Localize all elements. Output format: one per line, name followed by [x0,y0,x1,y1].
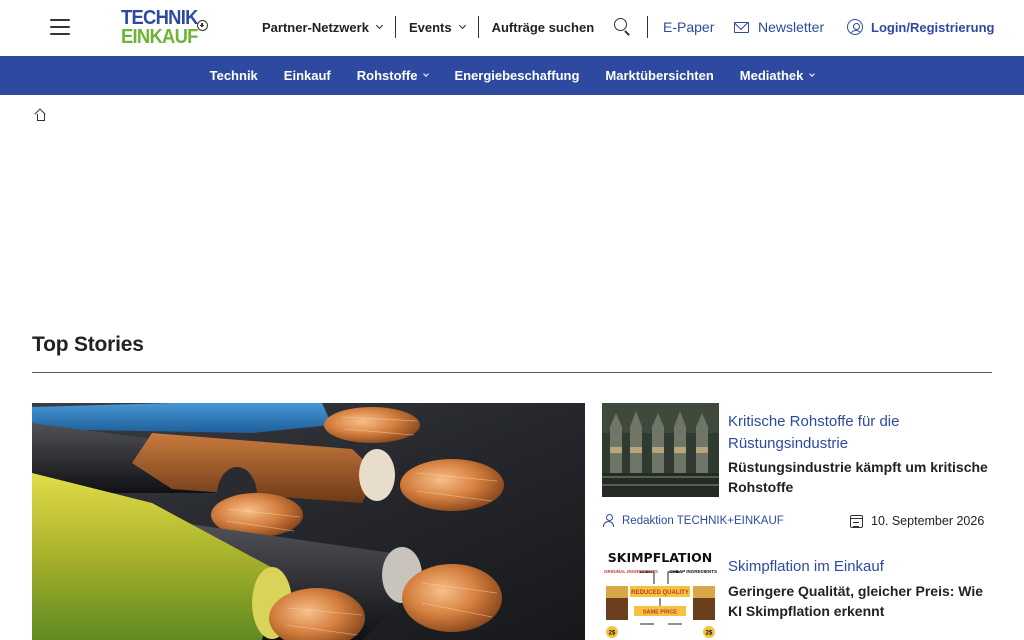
thumbnail-label-bottom: SAME PRICE [643,610,678,616]
thumbnail-label-middle: REDUCED QUALITY [631,590,689,596]
calendar-icon [850,514,863,528]
top-navigation: Partner-Netzwerk Events Aufträge suchen [262,16,594,38]
category-einkauf[interactable]: Einkauf [284,68,331,83]
user-circle-icon [847,19,863,35]
mail-icon [734,21,749,33]
category-energiebeschaffung[interactable]: Energiebeschaffung [454,68,579,83]
site-logo[interactable]: TECHNIK EINKAUF [121,6,211,50]
category-mediathek[interactable]: Mediathek [740,68,816,83]
login-link[interactable]: Login/Registrierung [847,19,995,35]
top-header: TECHNIK EINKAUF Partner-Netzwerk Events … [0,0,1024,56]
nav-item-events[interactable]: Events [409,20,466,35]
story-thumbnail-skimpflation[interactable]: SKIMPFLATION ORIGINAL INGREDIENTS CHEAP … [602,548,719,640]
hero-image-cables[interactable] [32,403,585,640]
chevron-down-icon [375,21,383,30]
category-bar: Technik Einkauf Rohstoffe Energiebeschaf… [0,56,1024,95]
story-author-link[interactable]: Redaktion TECHNIK+EINKAUF [603,514,784,527]
category-technik[interactable]: Technik [210,68,258,83]
story-date: 10. September 2026 [850,514,984,528]
home-icon[interactable] [34,108,47,121]
chevron-down-icon [809,71,816,77]
search-icon[interactable] [613,17,633,37]
logo-plus-icon [197,20,208,31]
story-kicker-link[interactable]: Skimpflation im Einkauf [728,556,988,578]
newsletter-link[interactable]: Newsletter [734,19,824,35]
logo-line-einkauf: EINKAUF [121,26,198,48]
nav-divider [477,16,479,38]
section-title-top-stories: Top Stories [32,333,144,356]
person-icon [603,514,615,527]
header-divider [647,16,648,38]
story-headline-link[interactable]: Rüstungsindustrie kämpft um kritische Ro… [728,457,990,497]
thumbnail-price-left: 2$ [609,631,616,637]
story-thumbnail-ruestung[interactable] [602,403,719,497]
category-rohstoffe[interactable]: Rohstoffe [357,68,430,83]
chevron-down-icon [458,21,466,30]
epaper-link[interactable]: E-Paper [663,19,714,35]
section-divider [32,372,992,373]
logo-line-technik: TECHNIK [121,7,198,29]
story-headline-link[interactable]: Geringere Qualität, gleicher Preis: Wie … [728,581,990,621]
thumbnail-title: SKIMPFLATION [608,550,712,565]
story-kicker-link[interactable]: Kritische Rohstoffe für die Rüstungsindu… [728,411,988,455]
hamburger-menu-icon[interactable] [50,18,70,36]
nav-divider [394,16,396,38]
category-marktuebersichten[interactable]: Marktübersichten [605,68,713,83]
thumbnail-price-right: 2$ [706,631,713,637]
chevron-down-icon [423,71,430,77]
nav-item-partner-netzwerk[interactable]: Partner-Netzwerk [262,20,383,35]
nav-item-auftraege-suchen[interactable]: Aufträge suchen [492,20,595,35]
